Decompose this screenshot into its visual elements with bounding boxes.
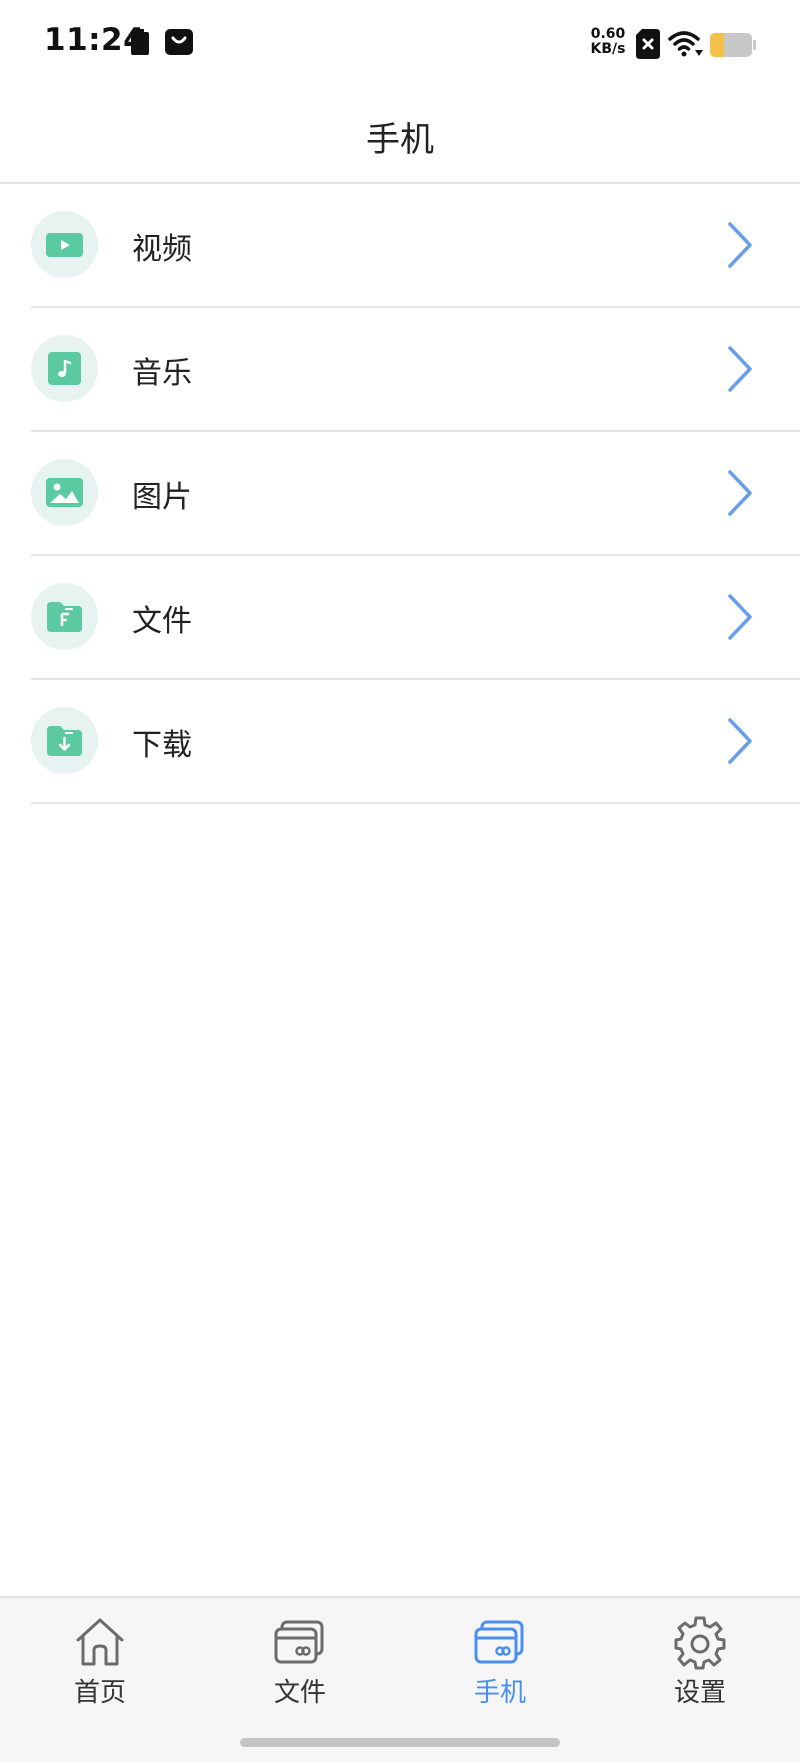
cards-icon: [474, 1620, 524, 1664]
image-icon: [46, 478, 83, 507]
nav-item-settings[interactable]: 设置: [640, 1614, 760, 1714]
chevron-right-icon: [728, 470, 752, 516]
battery-saver-icon: [131, 29, 149, 55]
gear-icon: [674, 1616, 726, 1670]
network-speed-value: 0.60: [590, 26, 626, 42]
list-item-files[interactable]: 文件: [31, 556, 800, 680]
list-item-label: 图片: [132, 480, 192, 515]
music-icon: [48, 352, 81, 385]
wifi-icon: [668, 31, 703, 57]
list-item-label: 视频: [132, 232, 192, 267]
app-notification-icon: [165, 29, 193, 55]
list-item-label: 下载: [132, 728, 192, 763]
battery-icon: [710, 33, 756, 57]
home-indicator[interactable]: [240, 1738, 560, 1747]
list-item-music[interactable]: 音乐: [31, 308, 800, 432]
chevron-right-icon: [728, 594, 752, 640]
cards-icon: [274, 1620, 324, 1664]
video-icon-badge: [31, 211, 98, 278]
file-folder-icon: [47, 602, 82, 632]
category-list: 视频 音乐 图片 文件 下载: [0, 184, 800, 804]
nav-item-files[interactable]: 文件: [240, 1614, 360, 1714]
nav-label: 手机: [473, 1678, 526, 1708]
image-icon-badge: [31, 459, 98, 526]
nav-label: 设置: [673, 1678, 726, 1708]
chevron-right-icon: [728, 718, 752, 764]
status-bar: 11:24 0.60 KB/s: [0, 0, 800, 90]
nav-label: 文件: [273, 1678, 326, 1708]
download-folder-icon-badge: [31, 707, 98, 774]
list-item-pictures[interactable]: 图片: [31, 432, 800, 556]
network-speed: 0.60 KB/s: [588, 27, 628, 57]
chevron-right-icon: [728, 222, 752, 268]
network-speed-unit: KB/s: [590, 41, 626, 57]
music-icon-badge: [31, 335, 98, 402]
list-item-label: 音乐: [132, 356, 192, 391]
download-folder-icon: [47, 726, 82, 756]
chevron-right-icon: [728, 346, 752, 392]
list-item-downloads[interactable]: 下载: [31, 680, 800, 804]
list-item-video[interactable]: 视频: [31, 184, 800, 308]
status-time: 11:24: [44, 22, 146, 58]
video-icon: [46, 233, 83, 257]
bottom-nav: 首页 文件 手机 设置: [0, 1596, 800, 1762]
page-header: 手机: [0, 90, 800, 184]
nav-item-home[interactable]: 首页: [40, 1614, 160, 1714]
nav-item-phone[interactable]: 手机: [440, 1614, 560, 1714]
page-title: 手机: [366, 120, 434, 160]
list-item-label: 文件: [132, 604, 192, 639]
no-sim-icon: [636, 29, 660, 59]
nav-label: 首页: [73, 1678, 126, 1708]
home-icon: [76, 1618, 124, 1666]
file-folder-icon-badge: [31, 583, 98, 650]
